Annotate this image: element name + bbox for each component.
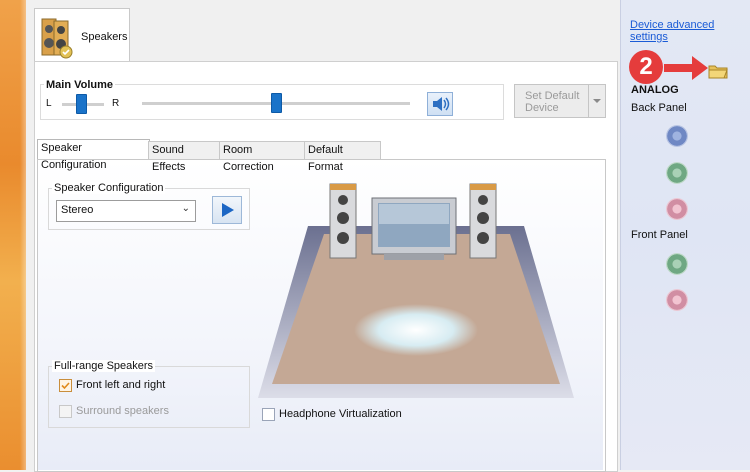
set-default-device-button[interactable]: Set Default Device — [514, 84, 606, 118]
front-panel-jack-pink[interactable] — [666, 289, 688, 311]
device-tab-label: Speakers — [81, 31, 128, 43]
tab-sound-effects[interactable]: Sound Effects — [148, 141, 220, 173]
headphone-virtualization-label: Headphone Virtualization — [279, 408, 402, 420]
device-advanced-settings-link[interactable]: Device advanced settings — [630, 19, 714, 43]
balance-slider-thumb[interactable] — [75, 94, 87, 114]
speakers-icon — [41, 18, 73, 59]
surround-speakers-label: Surround speakers — [76, 405, 169, 417]
volume-slider-thumb[interactable] — [271, 93, 282, 113]
speaker-room-illustration — [258, 183, 574, 398]
main-volume-title: Main Volume — [44, 79, 116, 91]
link-line-2: settings — [630, 31, 668, 43]
back-panel-jack-pink[interactable] — [666, 198, 688, 220]
play-icon — [222, 203, 234, 217]
speaker-configuration-title: Speaker Configuration — [52, 182, 166, 194]
front-panel-jack-green[interactable] — [666, 253, 688, 275]
checkmark-icon — [61, 382, 70, 390]
set-default-label-2: Device — [525, 102, 559, 114]
listener-sweet-spot — [354, 304, 478, 356]
front-panel-label: Front Panel — [631, 229, 688, 241]
balance-left-label: L — [46, 98, 52, 109]
speaker-configuration-select[interactable]: Stereo ⌄ — [56, 200, 196, 222]
speaker-volume-icon — [433, 97, 450, 111]
speaker-configuration-value: Stereo — [61, 204, 94, 216]
tab-default-format[interactable]: Default Format — [304, 141, 381, 173]
front-left-right-checkbox[interactable] — [59, 379, 72, 392]
play-test-button[interactable] — [212, 196, 242, 224]
mute-button[interactable] — [427, 92, 453, 116]
back-panel-jack-green[interactable] — [666, 162, 688, 184]
desktop-background-edge — [0, 0, 26, 470]
surround-speakers-checkbox — [59, 405, 72, 418]
chevron-down-icon: ⌄ — [181, 203, 190, 214]
full-range-speakers-title: Full-range Speakers — [52, 360, 156, 372]
front-left-right-label: Front left and right — [76, 379, 166, 391]
tab-room-correction[interactable]: Room Correction — [219, 141, 307, 173]
folder-icon[interactable] — [708, 62, 728, 80]
set-default-label-1: Set Default — [525, 90, 580, 102]
step-number-badge: 2 — [629, 50, 663, 84]
back-panel-label: Back Panel — [631, 102, 687, 114]
headphone-virtualization-checkbox[interactable] — [262, 408, 275, 421]
monitor-icon — [371, 197, 457, 260]
device-tab-speakers[interactable]: Speakers — [34, 8, 130, 63]
back-panel-jack-blue[interactable] — [666, 125, 688, 147]
set-default-dropdown-arrow[interactable] — [588, 85, 605, 117]
red-arrow-icon — [664, 56, 708, 80]
full-range-speakers-group — [48, 366, 250, 428]
chevron-down-icon — [593, 99, 601, 103]
right-speaker-icon — [469, 183, 497, 259]
balance-right-label: R — [112, 98, 120, 109]
link-line-1: Device advanced — [630, 19, 715, 31]
tab-speaker-configuration[interactable]: Speaker Configuration — [37, 139, 150, 171]
left-speaker-icon — [329, 183, 357, 259]
analog-label: ANALOG — [631, 84, 679, 96]
